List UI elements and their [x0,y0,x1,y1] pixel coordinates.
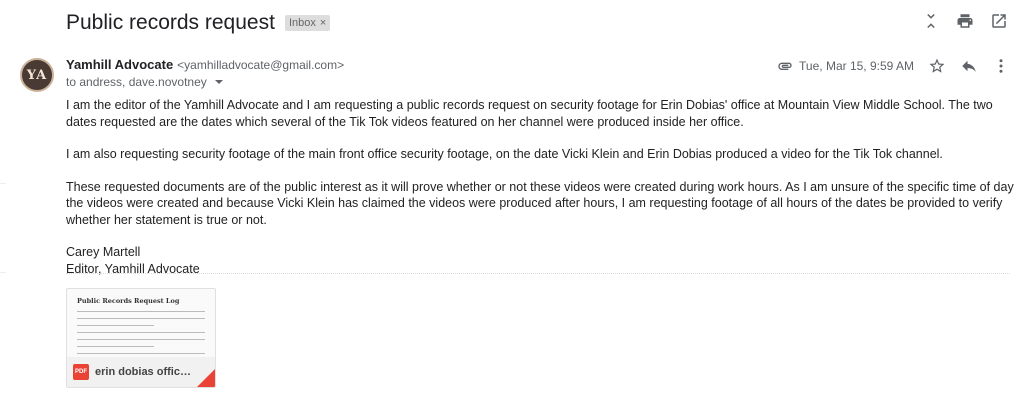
subject-row: Public records request Inbox × [66,9,331,37]
edge-divider [0,272,6,273]
more-options-icon[interactable] [992,57,1010,75]
preview-line [77,309,205,312]
preview-line [77,323,154,326]
body-paragraph-1: I am the editor of the Yamhill Advocate … [66,98,993,129]
email-subject: Public records request [66,11,275,34]
attachment-footer: PDF erin dobias office p... [67,357,215,387]
signature-title: Editor, Yamhill Advocate [66,261,200,276]
pdf-file-icon: PDF [73,364,89,380]
star-icon[interactable] [928,57,946,75]
preview-line [77,316,205,319]
sender-avatar[interactable]: YA [20,58,54,92]
signature-name: Carey Martell [66,245,141,259]
edge-divider [0,183,6,184]
preview-doc-title: Public Records Request Log [77,297,180,305]
preview-line [77,351,205,354]
print-icon[interactable] [956,12,974,30]
recipients-line[interactable]: to andress, dave.novotney [66,75,344,89]
inbox-label-chip[interactable]: Inbox × [284,15,331,31]
recipients-text: to andress, dave.novotney [66,75,207,89]
attachment-preview: Public Records Request Log [67,289,215,359]
corner-fold-icon [197,369,215,387]
message-body: I am the editor of the Yamhill Advocate … [66,97,1016,277]
body-paragraph-2: I am also requesting security footage of… [66,147,943,161]
message-meta: Tue, Mar 15, 9:59 AM [777,57,1010,75]
sender-name[interactable]: Yamhill Advocate [66,57,173,72]
reply-icon[interactable] [960,57,978,75]
preview-line [77,344,154,347]
label-text: Inbox [288,17,316,29]
remove-label-icon[interactable]: × [320,17,326,29]
sender-email: <yamhilladvocate@gmail.com> [177,58,345,72]
expand-all-icon[interactable] [922,12,940,30]
date-text: Tue, Mar 15, 9:59 AM [799,59,914,73]
attachment-card[interactable]: Public Records Request Log PDF erin dobi… [66,288,216,388]
body-paragraph-3: These requested documents are of the pub… [66,179,1014,227]
sender-line: Yamhill Advocate <yamhilladvocate@gmail.… [66,57,344,72]
open-in-new-window-icon[interactable] [990,12,1008,30]
thread-actions [922,12,1008,30]
attachments-divider [66,273,1010,274]
show-details-caret-icon[interactable] [214,80,223,84]
paperclip-icon [778,62,792,70]
preview-line [77,330,205,333]
attachment-filename: erin dobias office p... [95,366,191,378]
sender-header: Yamhill Advocate <yamhilladvocate@gmail.… [66,57,344,89]
preview-line [77,337,205,340]
message-date: Tue, Mar 15, 9:59 AM [777,58,914,74]
